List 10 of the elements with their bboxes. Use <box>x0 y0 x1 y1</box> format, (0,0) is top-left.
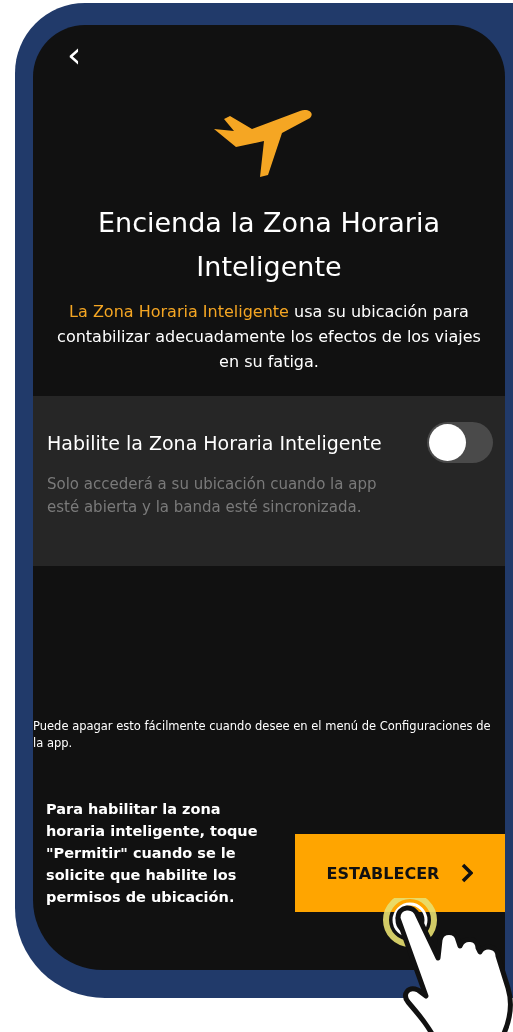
description-text: La Zona Horaria Inteligente usa su ubicación para contabilizar adecuadamente los efectos de los viajes en su fatiga. <box>56 301 482 373</box>
instruction-text: Para habilitar la zona horaria inteligente, toque "Permitir" cuando se le solicite que habilite los permisos de ubicación. <box>46 800 259 907</box>
back-button[interactable]: ‹ <box>63 39 86 71</box>
toggle-switch[interactable] <box>427 422 493 463</box>
toggle-note: Solo accederá a su ubicación cuando la app esté abierta y la banda esté sincronizada. <box>47 474 377 518</box>
establecer-button[interactable]: ESTABLECER <box>295 834 505 912</box>
chevron-right-icon <box>461 863 474 883</box>
footer-note: Puede apagar esto fácilmente cuando desee en el menú de Configuraciones de la app. <box>33 718 492 752</box>
page-title: Encienda la Zona Horaria Inteligente <box>97 206 441 284</box>
toggle-label: Habilite la Zona Horaria Inteligente <box>47 431 382 454</box>
